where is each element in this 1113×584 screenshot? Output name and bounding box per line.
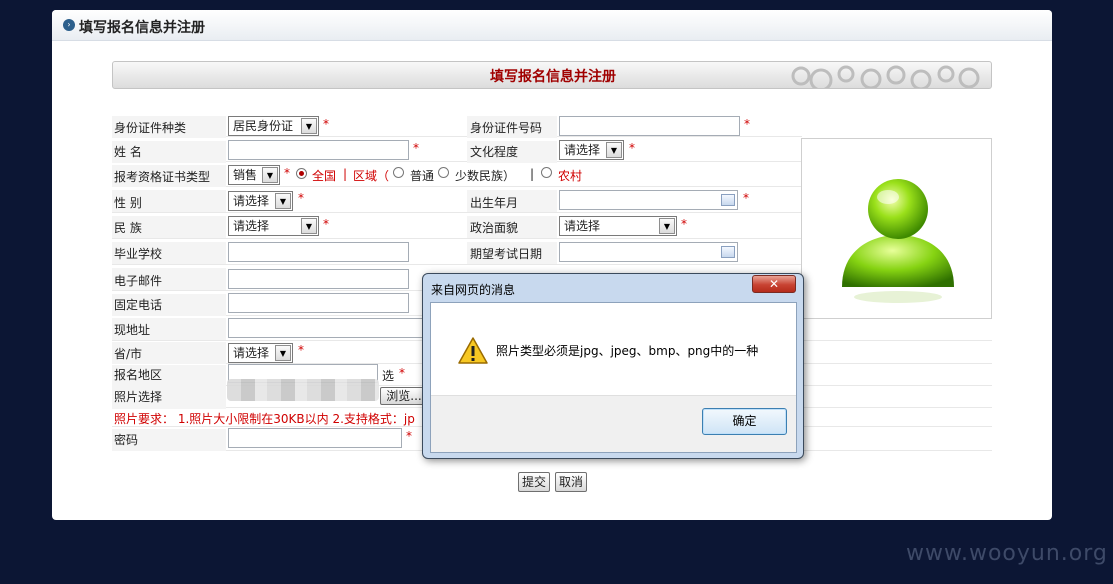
province-value: 请选择 bbox=[233, 346, 270, 360]
chevron-down-icon: ▼ bbox=[606, 142, 622, 158]
watermark: www.wooyun.org bbox=[906, 541, 1108, 566]
required-mark: * bbox=[298, 191, 304, 205]
chevron-down-icon: ▼ bbox=[659, 218, 675, 234]
row-divider bbox=[112, 238, 802, 239]
alert-dialog: 来自网页的消息 ✕ 照片类型必须是jpg、jpeg、bmp、png中的一种 确定 bbox=[422, 273, 804, 459]
required-mark: * bbox=[744, 117, 750, 131]
required-mark: * bbox=[323, 217, 329, 231]
scope-national-label: 全国 bbox=[312, 169, 337, 183]
required-mark: * bbox=[284, 166, 290, 180]
required-mark: * bbox=[681, 217, 687, 231]
education-select[interactable]: 请选择 ▼ bbox=[559, 140, 624, 160]
address-input[interactable] bbox=[228, 318, 428, 338]
required-mark: * bbox=[298, 343, 304, 357]
required-mark: * bbox=[629, 141, 635, 155]
region-select-link[interactable]: 选 bbox=[382, 367, 394, 384]
required-mark: * bbox=[743, 191, 749, 205]
province-label: 省/市 bbox=[114, 347, 143, 361]
region-minority-radio[interactable] bbox=[438, 167, 449, 178]
photo-path-redacted bbox=[227, 379, 379, 401]
ok-button[interactable]: 确定 bbox=[702, 408, 787, 435]
password-input[interactable] bbox=[228, 428, 402, 448]
birth-date-input[interactable] bbox=[559, 190, 738, 210]
cert-type-label: 报考资格证书类型 bbox=[114, 170, 211, 184]
id-type-value: 居民身份证 bbox=[233, 119, 294, 133]
panel-title: 填写报名信息并注册 bbox=[79, 20, 205, 36]
row-divider bbox=[112, 212, 802, 213]
browse-button[interactable]: 浏览... bbox=[380, 387, 428, 405]
submit-button[interactable]: 提交 bbox=[518, 472, 550, 492]
name-input[interactable] bbox=[228, 140, 409, 160]
bullet-circle-icon: › bbox=[63, 19, 75, 31]
photo-preview bbox=[801, 138, 992, 319]
password-label: 密码 bbox=[114, 433, 139, 447]
separator: | bbox=[530, 167, 535, 181]
ethnic-select[interactable]: 请选择 ▼ bbox=[228, 216, 319, 236]
ethnic-label: 民 族 bbox=[114, 221, 142, 235]
chevron-down-icon: ▼ bbox=[301, 118, 317, 134]
chevron-down-icon: ▼ bbox=[301, 218, 317, 234]
education-value: 请选择 bbox=[564, 143, 601, 157]
region-normal-radio[interactable] bbox=[393, 167, 404, 178]
id-number-input[interactable] bbox=[559, 116, 740, 136]
province-select[interactable]: 请选择 ▼ bbox=[228, 343, 293, 363]
panel-header: › 填写报名信息并注册 bbox=[52, 10, 1052, 41]
scope-rural-radio[interactable] bbox=[541, 167, 552, 178]
id-type-label: 身份证件种类 bbox=[114, 121, 187, 135]
region-minority-label: 少数民族） bbox=[455, 169, 516, 183]
politics-select[interactable]: 请选择 ▼ bbox=[559, 216, 677, 236]
photo-label: 照片选择 bbox=[114, 390, 163, 404]
scope-national-radio[interactable] bbox=[296, 168, 307, 179]
gender-select[interactable]: 请选择 ▼ bbox=[228, 191, 293, 211]
address-label: 现地址 bbox=[114, 323, 151, 337]
calendar-icon[interactable] bbox=[721, 246, 735, 258]
ethnic-value: 请选择 bbox=[233, 219, 270, 233]
photo-requirement-note: 照片要求： 1.照片大小限制在30KB以内 2.支持格式：jp bbox=[114, 412, 415, 426]
birth-label: 出生年月 bbox=[470, 196, 519, 210]
cert-type-select[interactable]: 销售 ▼ bbox=[228, 165, 280, 185]
close-icon[interactable]: ✕ bbox=[752, 275, 796, 293]
chevron-down-icon: ▼ bbox=[275, 193, 291, 209]
exam-date-input[interactable] bbox=[559, 242, 738, 262]
dialog-title: 来自网页的消息 bbox=[431, 283, 516, 297]
required-mark: * bbox=[413, 141, 419, 155]
calendar-icon[interactable] bbox=[721, 194, 735, 206]
school-input[interactable] bbox=[228, 242, 409, 262]
region-normal-label: 普通 bbox=[410, 169, 435, 183]
scope-region-label: 区域（ bbox=[353, 169, 390, 183]
school-label: 毕业学校 bbox=[114, 247, 163, 261]
form-banner: 填写报名信息并注册 bbox=[112, 61, 992, 89]
politics-label: 政治面貌 bbox=[470, 221, 519, 235]
gender-label: 性 别 bbox=[114, 196, 142, 210]
exam-date-label: 期望考试日期 bbox=[470, 247, 543, 261]
phone-input[interactable] bbox=[228, 293, 409, 313]
green-user-avatar-icon bbox=[842, 179, 954, 303]
chevron-down-icon: ▼ bbox=[262, 167, 278, 183]
row-divider bbox=[112, 264, 802, 265]
education-label: 文化程度 bbox=[470, 145, 519, 159]
warning-triangle-icon bbox=[458, 337, 488, 364]
separator: | bbox=[343, 167, 348, 181]
cancel-button[interactable]: 取消 bbox=[555, 472, 587, 492]
cert-type-value: 销售 bbox=[233, 168, 258, 182]
dialog-body: 照片类型必须是jpg、jpeg、bmp、png中的一种 确定 bbox=[430, 302, 797, 453]
scope-rural-label: 农村 bbox=[558, 169, 583, 183]
name-label: 姓 名 bbox=[114, 145, 142, 159]
required-mark: * bbox=[399, 366, 405, 380]
cloud-pattern-icon bbox=[791, 65, 980, 88]
gender-value: 请选择 bbox=[233, 194, 270, 208]
id-type-select[interactable]: 居民身份证 ▼ bbox=[228, 116, 319, 136]
required-mark: * bbox=[406, 429, 412, 443]
id-number-label: 身份证件号码 bbox=[470, 121, 543, 135]
email-label: 电子邮件 bbox=[114, 274, 163, 288]
dialog-message: 照片类型必须是jpg、jpeg、bmp、png中的一种 bbox=[496, 344, 759, 358]
politics-value: 请选择 bbox=[564, 219, 601, 233]
chevron-down-icon: ▼ bbox=[275, 345, 291, 361]
phone-label: 固定电话 bbox=[114, 298, 163, 312]
email-input[interactable] bbox=[228, 269, 409, 289]
region-label: 报名地区 bbox=[114, 368, 163, 382]
required-mark: * bbox=[323, 117, 329, 131]
